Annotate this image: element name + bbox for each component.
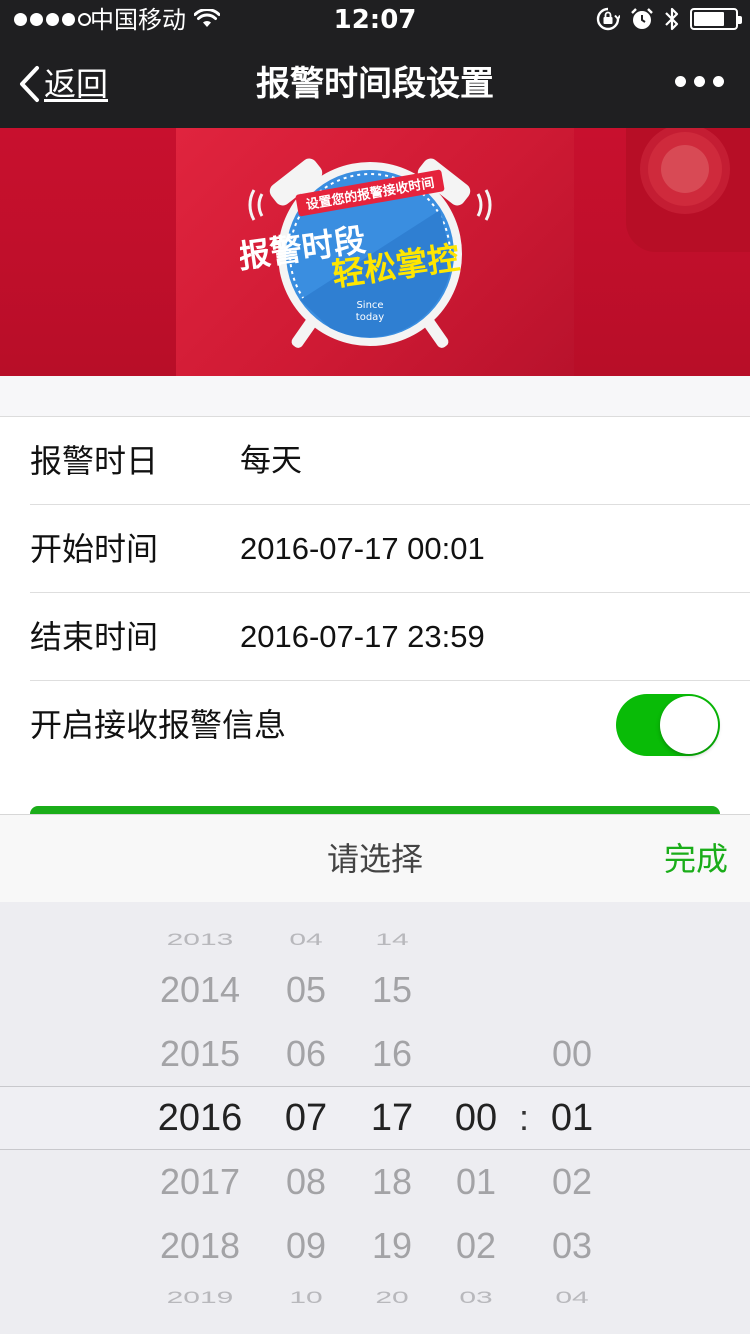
month-option[interactable]: 04 [266,929,346,951]
hour-option[interactable]: 03 [436,1287,516,1309]
minute-column[interactable]: 00 01 02 03 04 [532,902,612,1334]
receive-alerts-label: 开启接收报警信息 [30,706,287,744]
rotation-lock-icon [596,7,620,31]
day-option[interactable]: 19 [352,1226,432,1266]
month-option[interactable]: 05 [266,970,346,1010]
picker-title: 请选择 [326,840,423,878]
start-time-label: 开始时间 [30,530,159,568]
receive-alerts-toggle[interactable] [616,694,720,756]
month-option[interactable]: 08 [266,1162,346,1202]
minute-option[interactable]: 01 [532,1098,612,1138]
day-option[interactable]: 17 [352,1098,432,1138]
picker-header: 请选择 完成 [0,814,750,902]
month-option[interactable]: 07 [266,1098,346,1138]
toggle-knob [660,696,718,754]
day-column[interactable]: 14 15 16 17 18 19 20 [352,902,432,1334]
top-bar: 中国移动 12:07 返回 报警时间段设置 [0,0,750,128]
alarm-icon [631,8,653,29]
status-bar: 中国移动 12:07 [0,0,750,40]
alert-days-label: 报警时日 [30,442,159,480]
page: 中国移动 12:07 返回 报警时间段设置 设置您的报警接收时间 报警时段 轻松… [0,0,750,1334]
battery-icon [690,8,742,30]
status-icons [596,6,742,32]
month-option[interactable]: 10 [266,1287,346,1309]
banner-since-line-1: Since [356,300,383,311]
time-separator: : [518,1097,529,1138]
minute-option[interactable]: 04 [532,1287,612,1309]
done-button[interactable]: 完成 [664,839,728,879]
row-alert-days[interactable]: 报警时日 每天 [0,417,750,505]
row-end-time[interactable]: 结束时间 2016-07-17 23:59 [0,593,750,681]
nav-bar: 返回 报警时间段设置 [0,40,750,128]
year-column[interactable]: 2013 2014 2015 2016 2017 2018 2019 [140,902,260,1334]
start-time-value: 2016-07-17 00:01 [240,531,485,566]
hour-option[interactable]: 00 [436,1098,516,1138]
day-option[interactable]: 18 [352,1162,432,1202]
minute-option[interactable]: 03 [532,1226,612,1266]
banner-since-line-2: today [356,312,385,323]
more-dot-icon [675,76,686,87]
promo-banner: 设置您的报警接收时间 报警时段 轻松掌控 Since today [0,128,750,376]
minute-option[interactable]: 02 [532,1162,612,1202]
hour-option[interactable]: 01 [436,1162,516,1202]
section-gap [0,376,750,417]
end-time-value: 2016-07-17 23:59 [240,619,485,654]
row-receive-alerts: 开启接收报警信息 [0,681,750,769]
page-title: 报警时间段设置 [256,64,494,104]
year-option[interactable]: 2019 [140,1287,260,1309]
hour-column[interactable]: 00 01 02 03 [436,902,516,1334]
year-option[interactable]: 2013 [140,929,260,951]
day-option[interactable]: 15 [352,970,432,1010]
more-options-button[interactable] [675,76,724,87]
day-option[interactable]: 16 [352,1034,432,1074]
hour-option[interactable]: 02 [436,1226,516,1266]
month-option[interactable]: 06 [266,1034,346,1074]
alarm-clock-illustration: 设置您的报警接收时间 报警时段 轻松掌控 Since today [240,158,492,348]
end-time-label: 结束时间 [30,618,159,656]
alert-days-value: 每天 [240,443,302,478]
row-start-time[interactable]: 开始时间 2016-07-17 00:01 [0,505,750,593]
month-column[interactable]: 04 05 06 07 08 09 10 [266,902,346,1334]
bluetooth-icon [665,7,679,31]
year-option[interactable]: 2018 [140,1226,260,1266]
year-option[interactable]: 2016 [140,1098,260,1138]
day-option[interactable]: 14 [352,929,432,951]
year-option[interactable]: 2017 [140,1162,260,1202]
day-option[interactable]: 20 [352,1287,432,1309]
month-option[interactable]: 09 [266,1226,346,1266]
battery-level [694,12,724,26]
minute-option[interactable]: 00 [532,1034,612,1074]
year-option[interactable]: 2015 [140,1034,260,1074]
year-option[interactable]: 2014 [140,970,260,1010]
datetime-picker[interactable]: 2013 2014 2015 2016 2017 2018 2019 04 05 06 07 08 0… [0,902,750,1334]
banner-corner-badge [626,128,750,252]
